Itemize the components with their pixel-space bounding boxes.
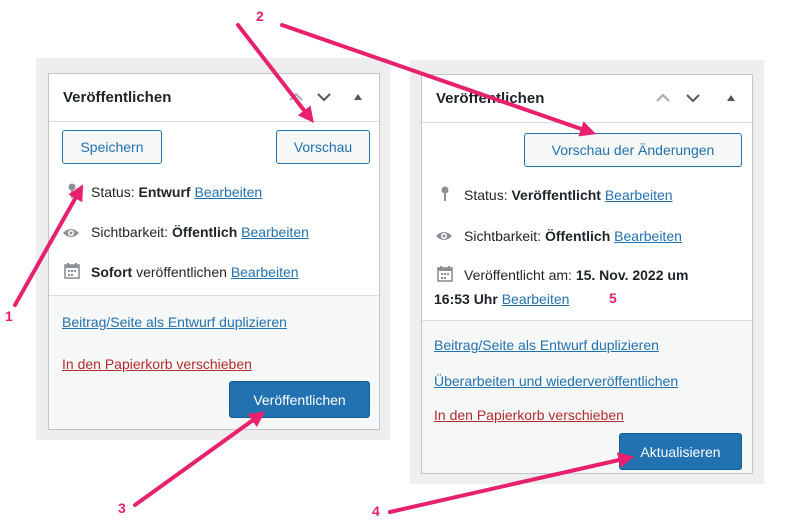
arrow-4	[388, 452, 635, 514]
annotation-number-4: 4	[372, 503, 380, 519]
arrow-1	[13, 184, 84, 307]
annotation-number-1: 1	[5, 308, 13, 324]
annotation-number-2: 2	[256, 8, 264, 24]
annotation-number-5: 5	[609, 290, 617, 306]
arrow-3	[133, 411, 266, 507]
annotation-arrows	[13, 23, 635, 514]
arrow-2a	[236, 23, 314, 124]
annotation-number-3: 3	[118, 500, 126, 516]
arrow-2b	[280, 23, 597, 137]
